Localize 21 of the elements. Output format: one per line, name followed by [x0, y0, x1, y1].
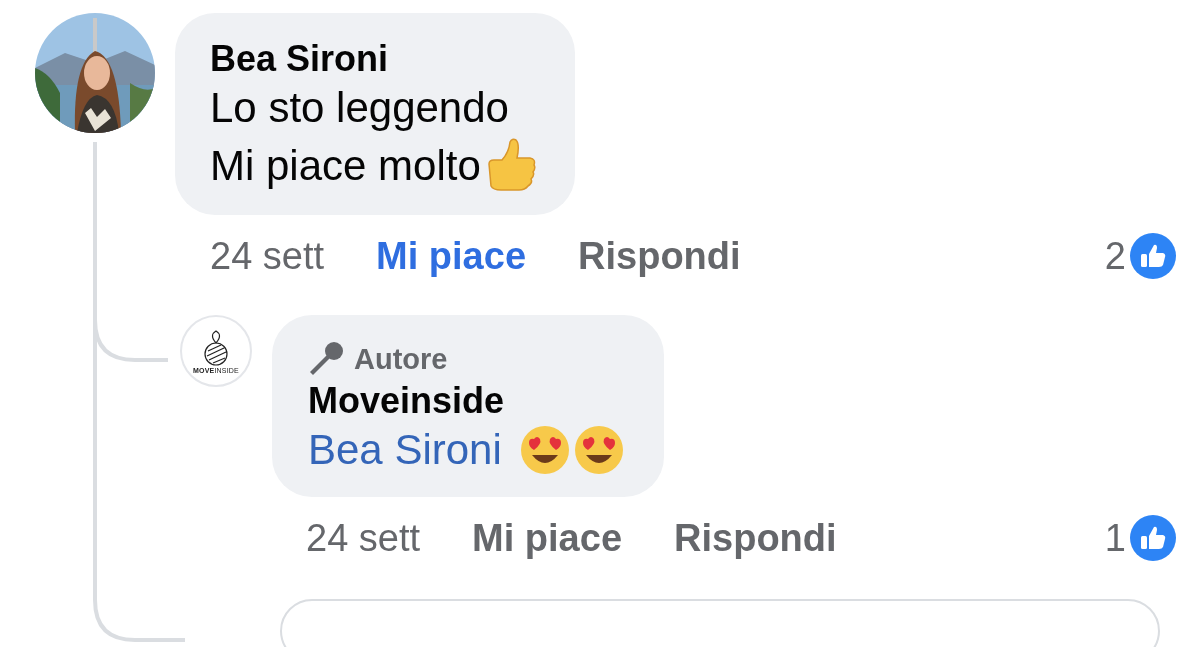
reaction-count: 2	[1104, 234, 1126, 278]
comment-time: 24 sett	[210, 234, 325, 278]
author-name[interactable]: Moveinside	[308, 381, 624, 421]
like-link[interactable]: Mi piace	[376, 234, 527, 278]
author-name[interactable]: Bea Sironi	[210, 39, 537, 79]
like-icon	[1130, 515, 1176, 561]
heart-eyes-face-icon	[573, 425, 624, 475]
logo-icon	[203, 328, 229, 367]
comment-time: 24 sett	[306, 516, 421, 560]
heart-eyes-face-icon	[519, 425, 570, 475]
comment-text: Lo sto leggendo	[210, 83, 509, 133]
comment-text: Mi piace molto	[210, 141, 481, 191]
microphone-icon	[308, 341, 344, 377]
author-role-label: Autore	[354, 342, 448, 377]
comment-input[interactable]	[280, 599, 1160, 647]
like-icon	[1130, 233, 1176, 279]
reaction-count: 1	[1104, 516, 1126, 560]
mention-link[interactable]: Bea Sironi	[308, 421, 502, 479]
reply-link[interactable]: Rispondi	[578, 234, 741, 278]
like-link[interactable]: Mi piace	[472, 516, 623, 560]
reply-link[interactable]: Rispondi	[674, 516, 837, 560]
